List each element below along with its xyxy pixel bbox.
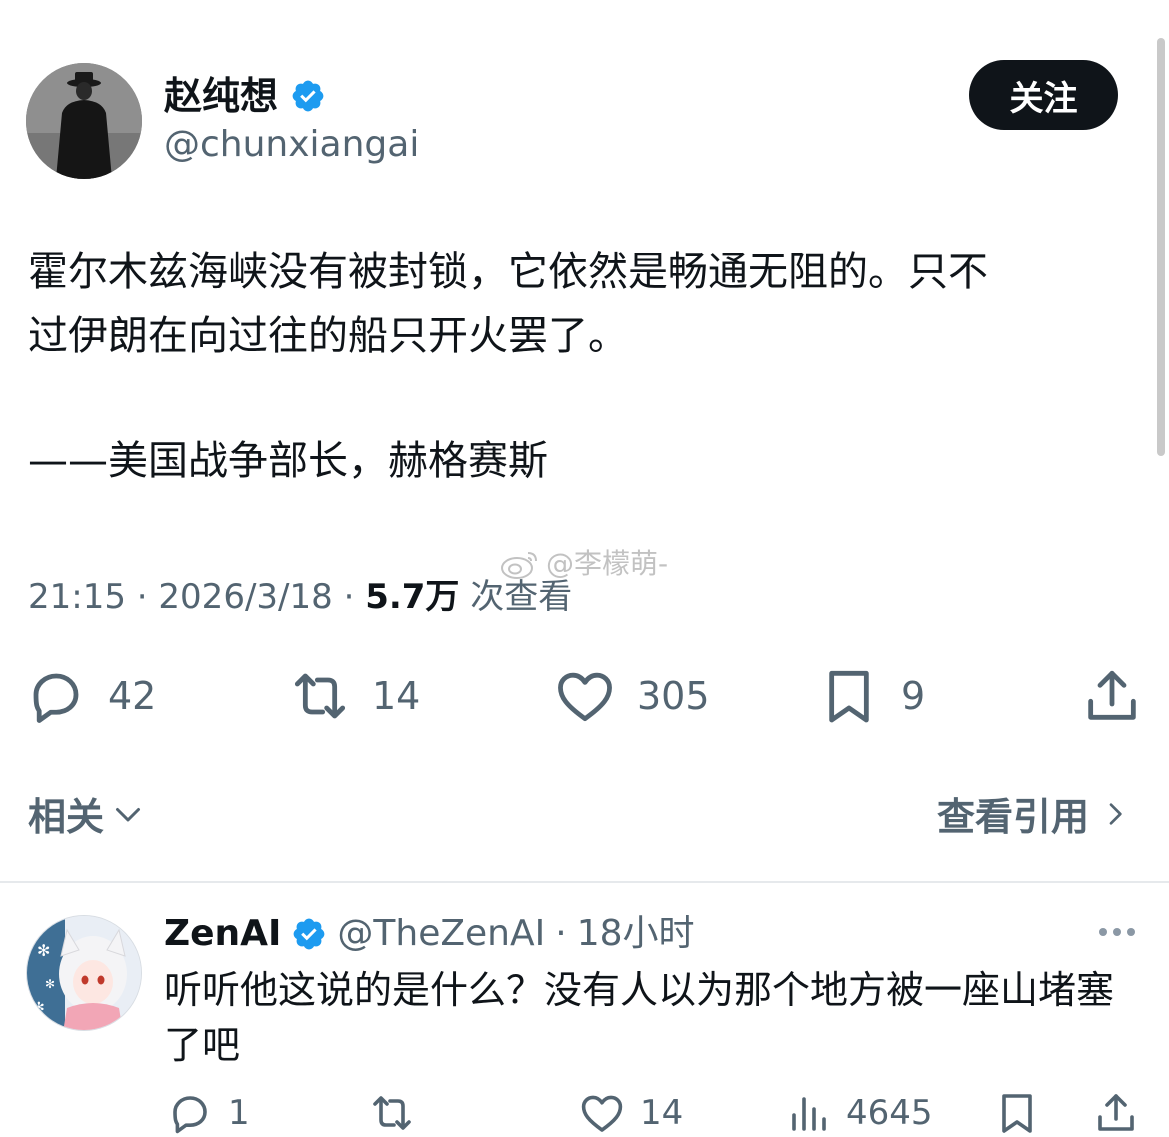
- follow-button[interactable]: 关注: [969, 60, 1118, 130]
- reply-icon[interactable]: [24, 664, 88, 728]
- views-count: 5.7万: [365, 577, 460, 617]
- reply-like-action[interactable]: 14: [578, 1093, 683, 1133]
- chevron-right-icon[interactable]: [1099, 798, 1131, 830]
- reply-views-count: 4645: [846, 1093, 933, 1133]
- view-quotes-link[interactable]: 查看引用: [937, 786, 1131, 841]
- heart-icon[interactable]: [578, 1089, 626, 1137]
- reply-author-avatar[interactable]: ✻ ✻ ✻: [26, 915, 142, 1031]
- retweet-count: 14: [372, 674, 421, 718]
- chevron-down-icon[interactable]: [110, 796, 146, 832]
- author-handle[interactable]: @chunxiangai: [164, 118, 419, 172]
- reply-text-line-1: 听听他这说的是什么？没有人以为那个地方被一座山堵塞: [164, 968, 1115, 1012]
- reply-separator: ·: [555, 913, 567, 954]
- related-label[interactable]: 相关: [28, 786, 104, 841]
- reply-reply-count: 1: [228, 1093, 250, 1133]
- reply-header: ZenAI @TheZenAI · 18小时: [164, 908, 695, 960]
- retweet-action[interactable]: 14: [288, 664, 420, 728]
- share-icon[interactable]: [1092, 1089, 1140, 1137]
- reply-like-count: 14: [640, 1093, 684, 1133]
- tweet-text-line-1: 霍尔木兹海峡没有被封锁，它依然是畅通无阻的。只不: [28, 249, 988, 295]
- section-divider: [0, 881, 1169, 883]
- tweet-text-line-3: ——美国战争部长，赫格赛斯: [28, 438, 548, 484]
- verified-badge-icon: [292, 80, 324, 112]
- meta-separator: ·: [343, 577, 355, 617]
- bookmark-count: 9: [901, 674, 926, 718]
- related-toggle[interactable]: 相关: [28, 786, 146, 841]
- analytics-icon[interactable]: [784, 1089, 832, 1137]
- tweet-meta: 21:15 · 2026/3/18 · 5.7万 次查看: [28, 572, 572, 622]
- reply-author-name[interactable]: ZenAI: [164, 908, 281, 960]
- view-quotes-label[interactable]: 查看引用: [937, 786, 1089, 841]
- reply-count: 42: [108, 674, 157, 718]
- more-options-icon[interactable]: [1093, 916, 1141, 948]
- bookmark-action[interactable]: 9: [817, 664, 925, 728]
- author-name[interactable]: 赵纯想: [164, 68, 278, 124]
- bookmark-icon[interactable]: [993, 1089, 1041, 1137]
- views-label: 次查看: [470, 577, 573, 617]
- reply-time[interactable]: 18小时: [577, 908, 695, 960]
- reply-reply-action[interactable]: 1: [166, 1093, 250, 1134]
- tweet-date[interactable]: 2026/3/18: [158, 577, 332, 617]
- reply-text-line-2: 了吧: [164, 1023, 241, 1067]
- reply-action[interactable]: 42: [24, 664, 156, 728]
- tweet-time[interactable]: 21:15: [28, 577, 126, 617]
- share-action[interactable]: [1080, 664, 1144, 728]
- like-action[interactable]: 305: [553, 664, 710, 728]
- svg-text:✻: ✻: [33, 1000, 45, 1016]
- author-name-row[interactable]: 赵纯想: [164, 68, 326, 124]
- tweet-text-line-2: 过伊朗在向过往的船只开火罢了。: [28, 313, 628, 359]
- scrollbar-thumb[interactable]: [1157, 38, 1165, 456]
- verified-badge-icon: [294, 918, 325, 950]
- like-count: 305: [637, 674, 710, 718]
- bookmark-icon[interactable]: [817, 664, 881, 728]
- svg-text:✻: ✻: [45, 977, 55, 991]
- retweet-icon[interactable]: [288, 664, 352, 728]
- reply-bookmark-action[interactable]: [993, 1093, 1041, 1133]
- share-icon[interactable]: [1080, 664, 1144, 728]
- meta-separator: ·: [136, 577, 148, 617]
- reply-icon[interactable]: [166, 1089, 214, 1137]
- author-avatar[interactable]: [26, 63, 142, 179]
- reply-views-action[interactable]: 4645: [784, 1093, 933, 1133]
- svg-text:✻: ✻: [37, 941, 50, 960]
- retweet-icon[interactable]: [368, 1089, 416, 1137]
- heart-icon[interactable]: [553, 664, 617, 728]
- reply-share-action[interactable]: [1092, 1093, 1140, 1133]
- reply-author-handle[interactable]: @TheZenAI: [337, 908, 545, 960]
- reply-retweet-action[interactable]: [368, 1093, 416, 1133]
